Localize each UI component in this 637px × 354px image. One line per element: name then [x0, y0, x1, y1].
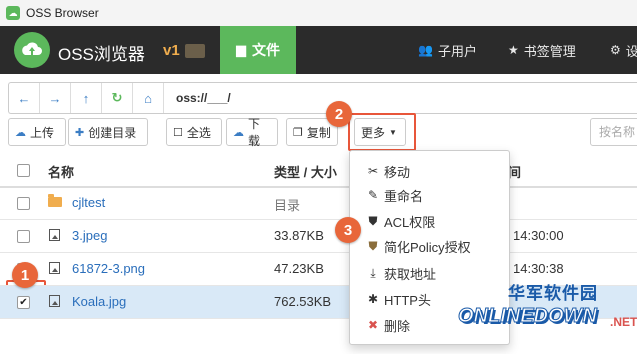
upload-button[interactable]: ☁ 上传 — [8, 118, 66, 146]
menu-item-move[interactable]: ✂ 移动 — [350, 159, 509, 183]
menu-label: ACL权限 — [384, 214, 436, 230]
version-label: v1 — [163, 42, 180, 59]
download-label: 下载 — [248, 117, 261, 148]
menu-label: 简化Policy授权 — [384, 239, 471, 255]
table-row[interactable]: cjltest 目录 — [0, 187, 637, 220]
home-button[interactable]: ⌂ — [133, 83, 164, 113]
step-badge-3: 3 — [335, 217, 361, 243]
row-checkbox-checked[interactable]: ✔ — [17, 296, 30, 309]
col-name[interactable]: 名称 — [48, 162, 74, 181]
menu-label: 移动 — [384, 164, 411, 180]
watermark-suffix: .NET — [610, 315, 637, 329]
scissors-icon: ✂ — [367, 164, 379, 178]
arrow-right-icon: → — [48, 90, 62, 106]
col-type-size[interactable]: 类型 / 大小 — [274, 162, 337, 181]
mkdir-label: 创建目录 — [88, 125, 137, 140]
nav-files-label: 文件 — [252, 42, 280, 58]
forward-button[interactable]: → — [40, 83, 71, 113]
menu-label: 获取地址 — [384, 266, 437, 282]
table-header: 名称 类型 / 大小 间 — [0, 154, 637, 188]
menu-label: HTTP头 — [384, 292, 431, 308]
download-button[interactable]: ☁ 下载 — [226, 117, 278, 148]
select-all-label: 全选 — [186, 125, 211, 140]
step-badge-1: 1 — [12, 262, 38, 288]
cloud-download-icon: ☁ — [233, 126, 244, 139]
file-time: 14:30:38 — [513, 261, 564, 276]
step-badge-2: 2 — [326, 101, 352, 127]
menu-label: 重命名 — [384, 188, 424, 204]
file-name[interactable]: 61872-3.png — [72, 261, 145, 276]
edit-icon: ✎ — [367, 188, 379, 202]
file-size: 目录 — [274, 198, 301, 213]
menu-label: 删除 — [384, 318, 411, 334]
search-input[interactable]: 按名称 — [590, 118, 637, 146]
file-size: 762.53KB — [274, 294, 332, 309]
version-redacted — [185, 44, 205, 58]
highlight-more — [348, 113, 416, 151]
select-all-checkbox[interactable] — [17, 164, 30, 177]
nav-settings[interactable]: ⚙ 设 — [610, 26, 637, 74]
logo-icon — [14, 32, 50, 68]
home-icon: ⌂ — [144, 90, 152, 106]
cloud-upload-icon: ☁ — [15, 126, 26, 139]
file-time: 14:30:00 — [513, 228, 564, 243]
menu-item-rename[interactable]: ✎ 重命名 — [350, 183, 509, 207]
window-title: OSS Browser — [26, 6, 99, 20]
watermark-cn: 华军软件园 — [508, 284, 598, 303]
back-button[interactable]: ← — [9, 83, 40, 113]
file-name[interactable]: Koala.jpg — [72, 294, 126, 309]
file-size: 47.23KB — [274, 261, 324, 276]
app-icon: ☁ — [6, 6, 20, 20]
watermark: 华军软件园 ONLINEDOWN .NET — [452, 275, 637, 354]
asterisk-icon: ✱ — [367, 292, 379, 306]
folder-icon: ▆ — [236, 42, 246, 57]
download-icon: ⤓ — [370, 265, 376, 280]
arrow-left-icon: ← — [17, 90, 31, 106]
window-titlebar: ☁ OSS Browser — [0, 0, 637, 27]
nav-bookmarks-label: 书签管理 — [523, 43, 576, 59]
select-all-button[interactable]: ☐ 全选 — [166, 118, 222, 146]
nav-subusers[interactable]: 👥 子用户 — [418, 26, 477, 74]
address-bar: ← → ↑ ↻ ⌂ oss://___/ — [8, 82, 637, 114]
copy-icon: ❐ — [293, 126, 303, 139]
gear-icon: ⚙ — [610, 43, 621, 57]
file-name[interactable]: cjltest — [72, 195, 105, 210]
row-checkbox[interactable] — [17, 197, 30, 210]
upload-label: 上传 — [30, 125, 55, 140]
square-icon: ☐ — [173, 126, 183, 139]
nav-settings-label: 设 — [625, 43, 637, 59]
copy-label: 复制 — [306, 125, 331, 140]
nav-subusers-label: 子用户 — [437, 43, 477, 59]
file-name[interactable]: 3.jpeg — [72, 228, 107, 243]
watermark-en: ONLINEDOWN — [458, 305, 598, 328]
shield-icon: ⛊ — [368, 238, 378, 253]
toolbar: ☁ 上传 ✚ 创建目录 ☐ 全选 ☁ 下载 ❐ 复制 更多 ▼ 按名称 — [0, 117, 637, 150]
refresh-button[interactable]: ↻ — [102, 83, 133, 113]
users-icon: 👥 — [418, 43, 433, 57]
table-row[interactable]: 3.jpeg 33.87KB 14:30:00 — [0, 220, 637, 253]
menu-item-policy[interactable]: ⛊ 简化Policy授权 — [350, 234, 509, 258]
nav-files[interactable]: ▆ 文件 — [220, 26, 296, 74]
nav-bookmarks[interactable]: ★ 书签管理 — [508, 26, 576, 74]
shield-icon: ⛊ — [368, 213, 378, 228]
image-file-icon — [49, 262, 60, 274]
arrow-up-icon: ↑ — [82, 90, 90, 106]
refresh-icon: ↻ — [111, 90, 123, 105]
image-file-icon — [49, 295, 60, 307]
brand-name: OSS浏览器 — [58, 45, 145, 64]
path-input[interactable]: oss://___/ — [176, 91, 231, 105]
menu-item-acl[interactable]: ⛊ ACL权限 — [350, 209, 509, 233]
up-button[interactable]: ↑ — [71, 83, 102, 113]
file-size: 33.87KB — [274, 228, 324, 243]
mkdir-button[interactable]: ✚ 创建目录 — [68, 118, 148, 146]
app-header: OSS浏览器 v1 ▆ 文件 👥 子用户 ★ 书签管理 ⚙ 设 — [0, 26, 637, 74]
star-icon: ★ — [508, 43, 519, 57]
folder-icon — [48, 194, 62, 207]
times-icon: ✖ — [367, 318, 379, 332]
image-file-icon — [49, 229, 60, 241]
plus-icon: ✚ — [75, 126, 85, 139]
row-checkbox[interactable] — [17, 230, 30, 243]
